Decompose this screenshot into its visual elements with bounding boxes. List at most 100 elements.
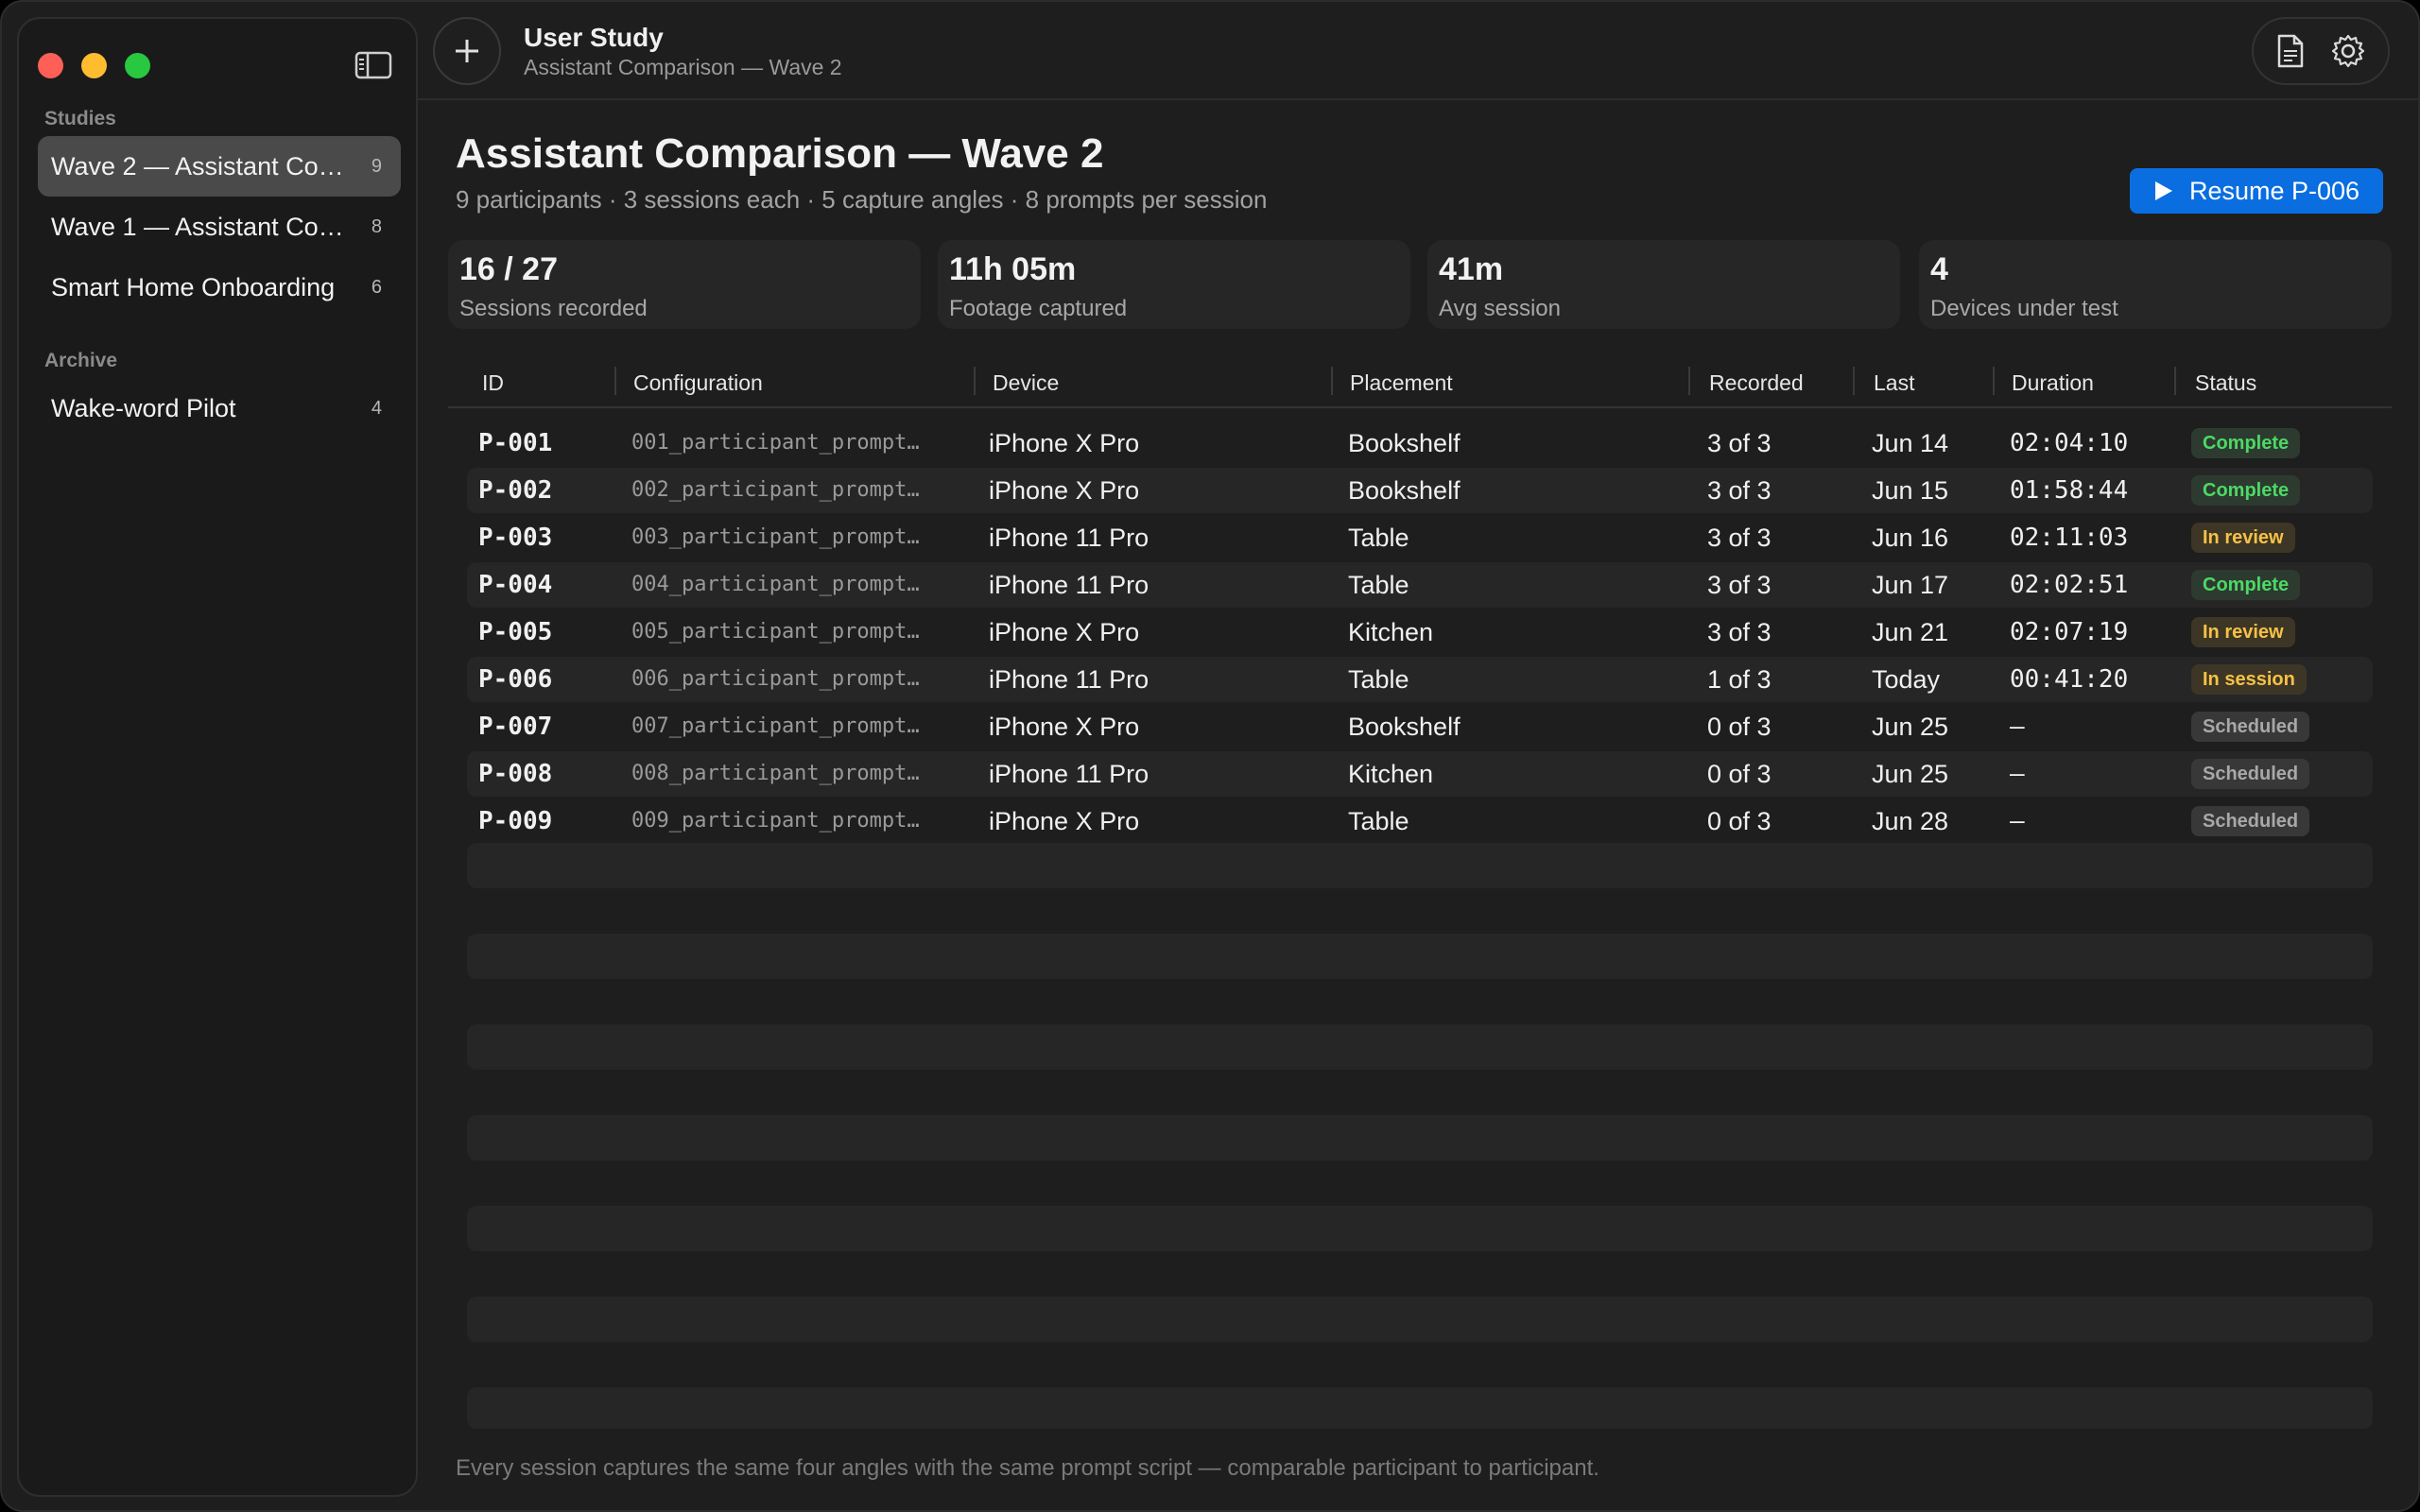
table-row[interactable]: P-005 005_participant_prompt… iPhone X Pro…	[467, 610, 2373, 655]
sidebar-item-wave-1[interactable]: Wave 1 — Assistant Comparison 8	[38, 197, 401, 257]
empty-row	[467, 1297, 2373, 1342]
cell-duration: —	[2010, 807, 2025, 835]
stat-value: 11h 05m	[949, 251, 1077, 287]
cell-duration: 01:58:44	[2010, 476, 2129, 505]
sidebar-item-count: 8	[371, 215, 382, 237]
column-header-duration[interactable]: Duration	[2012, 370, 2094, 396]
cell-configuration: 003_participant_prompt…	[631, 525, 920, 549]
status-badge: Complete	[2191, 475, 2301, 506]
stat-avg-session: 41m Avg session	[1427, 240, 1900, 329]
empty-row	[467, 1024, 2373, 1070]
sidebar-item-label: Smart Home Onboarding	[51, 272, 336, 301]
status-badge: In session	[2191, 664, 2307, 695]
stat-devices-under-test: 4 Devices under test	[1919, 240, 2392, 329]
sidebar-section-studies: Studies	[44, 108, 116, 129]
stat-label: Footage captured	[949, 296, 1128, 321]
table-row[interactable]: P-001 001_participant_prompt… iPhone X Pro…	[467, 421, 2373, 466]
cell-recorded: 3 of 3	[1707, 524, 1772, 552]
cell-recorded: 3 of 3	[1707, 571, 1772, 599]
cell-recorded: 0 of 3	[1707, 713, 1772, 741]
status-badge: In review	[2191, 617, 2295, 647]
cell-placement: Kitchen	[1348, 760, 1434, 788]
sidebar-item-wave-2[interactable]: Wave 2 — Assistant Comparison 9	[38, 136, 401, 197]
document-icon[interactable]	[2275, 33, 2306, 69]
cell-device: iPhone 11 Pro	[989, 524, 1150, 552]
cell-id: P-003	[478, 524, 553, 552]
cell-id: P-009	[478, 807, 553, 835]
play-icon	[2154, 181, 2172, 200]
sidebar-toggle-icon[interactable]	[354, 51, 396, 81]
stat-sessions-recorded: 16 / 27 Sessions recorded	[448, 240, 921, 329]
sidebar-item-label: Wake-word Pilot	[51, 393, 236, 422]
cell-configuration: 006_participant_prompt…	[631, 667, 920, 691]
zoom-window-button[interactable]	[125, 53, 150, 78]
cell-last: Jun 21	[1872, 618, 1949, 646]
column-header-last[interactable]: Last	[1874, 370, 1914, 396]
cell-device: iPhone X Pro	[989, 713, 1140, 741]
cell-id: P-005	[478, 618, 553, 646]
page-subtitle: 9 participants · 3 sessions each · 5 cap…	[456, 185, 1268, 214]
stat-label: Sessions recorded	[459, 296, 648, 321]
cell-last: Jun 14	[1872, 429, 1949, 457]
cell-id: P-008	[478, 760, 553, 788]
table-row[interactable]: P-003 003_participant_prompt… iPhone 11 Pr…	[467, 515, 2373, 560]
cell-placement: Bookshelf	[1348, 713, 1461, 741]
cell-placement: Bookshelf	[1348, 476, 1461, 505]
gear-icon[interactable]	[2330, 33, 2366, 69]
table-header: ID Configuration Device Placement Record…	[448, 361, 2392, 408]
table-row[interactable]: P-008 008_participant_prompt… iPhone 11 Pr…	[467, 751, 2373, 797]
column-header-configuration[interactable]: Configuration	[633, 370, 763, 396]
cell-last: Jun 28	[1872, 807, 1949, 835]
cell-id: P-004	[478, 571, 553, 599]
close-window-button[interactable]	[38, 53, 63, 78]
sidebar-item-label: Wave 1 — Assistant Comparison	[51, 212, 372, 241]
cell-device: iPhone X Pro	[989, 476, 1140, 505]
cell-device: iPhone X Pro	[989, 618, 1140, 646]
cell-recorded: 1 of 3	[1707, 665, 1772, 694]
status-badge: In review	[2191, 523, 2295, 553]
cell-recorded: 3 of 3	[1707, 618, 1772, 646]
sidebar-item-count: 6	[371, 276, 382, 298]
table-row[interactable]: P-009 009_participant_prompt… iPhone X Pro…	[467, 799, 2373, 844]
status-badge: Scheduled	[2191, 759, 2310, 789]
column-header-placement[interactable]: Placement	[1350, 370, 1453, 396]
empty-row	[467, 1206, 2373, 1251]
cell-last: Jun 25	[1872, 713, 1949, 741]
cell-last: Today	[1872, 665, 1941, 694]
sidebar-item-wake-word[interactable]: Wake-word Pilot 4	[38, 378, 401, 438]
stat-value: 41m	[1439, 251, 1504, 287]
cell-placement: Table	[1348, 665, 1409, 694]
table-row[interactable]: P-002 002_participant_prompt… iPhone X Pro…	[467, 468, 2373, 513]
cell-last: Jun 17	[1872, 571, 1949, 599]
column-header-id[interactable]: ID	[482, 370, 504, 396]
resume-button[interactable]: Resume P-006	[2130, 168, 2383, 214]
cell-device: iPhone 11 Pro	[989, 665, 1150, 694]
cell-duration: 02:11:03	[2010, 524, 2129, 552]
table-row[interactable]: P-004 004_participant_prompt… iPhone 11 Pr…	[467, 562, 2373, 608]
cell-configuration: 008_participant_prompt…	[631, 762, 920, 785]
column-header-recorded[interactable]: Recorded	[1709, 370, 1804, 396]
app-subtitle: Assistant Comparison — Wave 2	[524, 55, 842, 79]
plus-icon	[456, 40, 478, 62]
column-header-device[interactable]: Device	[993, 370, 1059, 396]
cell-configuration: 005_participant_prompt…	[631, 620, 920, 644]
cell-last: Jun 25	[1872, 760, 1949, 788]
cell-duration: —	[2010, 760, 2025, 788]
stat-label: Devices under test	[1930, 296, 2118, 321]
table-row[interactable]: P-006 006_participant_prompt… iPhone 11 Pr…	[467, 657, 2373, 702]
cell-id: P-002	[478, 476, 553, 505]
sidebar-item-smart-home[interactable]: Smart Home Onboarding 6	[38, 257, 401, 318]
cell-id: P-006	[478, 665, 553, 694]
page-title: Assistant Comparison — Wave 2	[456, 130, 1104, 177]
table-row[interactable]: P-007 007_participant_prompt… iPhone X Pro…	[467, 704, 2373, 749]
cell-configuration: 004_participant_prompt…	[631, 573, 920, 596]
column-header-status[interactable]: Status	[2195, 370, 2256, 396]
cell-placement: Kitchen	[1348, 618, 1434, 646]
sidebar-item-count: 9	[371, 155, 382, 177]
cell-device: iPhone 11 Pro	[989, 571, 1150, 599]
add-button[interactable]	[433, 17, 501, 85]
minimize-window-button[interactable]	[81, 53, 107, 78]
sidebar-section-archive: Archive	[44, 350, 118, 371]
stat-value: 16 / 27	[459, 251, 558, 287]
cell-placement: Table	[1348, 807, 1409, 835]
